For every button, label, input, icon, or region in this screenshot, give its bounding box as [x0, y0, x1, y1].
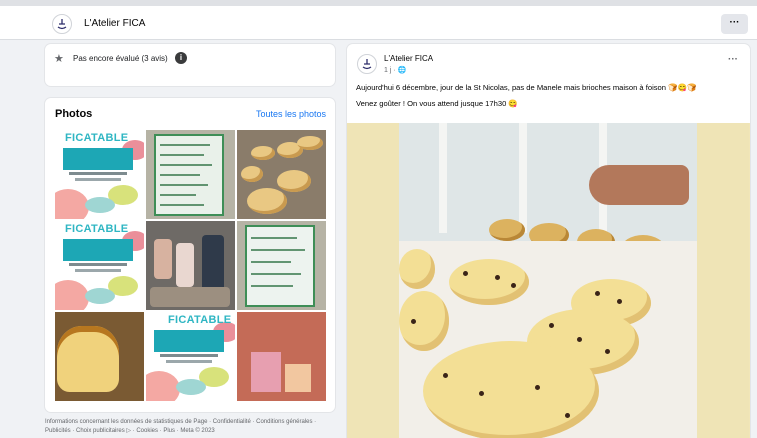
post-text: Aujourd'hui 6 décembre, jour de la St Ni… [356, 82, 746, 110]
page-logo[interactable] [52, 14, 72, 34]
post-author-name[interactable]: L'Atelier FICA [384, 54, 433, 63]
post-more-button[interactable]: ··· [728, 54, 738, 65]
logo-icon [57, 19, 67, 30]
rating-text: Pas encore évalué (3 avis) [73, 54, 168, 63]
photo-thumbnail[interactable]: FICATABLE [55, 130, 144, 219]
poster-title: FICATABLE [65, 223, 129, 235]
photo-thumbnail[interactable] [55, 312, 144, 401]
post-photo-brioches [399, 123, 697, 438]
post-image[interactable] [347, 123, 750, 438]
photo-thumbnail[interactable] [146, 130, 235, 219]
poster-title: FICATABLE [168, 314, 232, 326]
photo-thumbnail[interactable] [146, 221, 235, 310]
photos-card: Photos Toutes les photos FICATABLE FICAT… [45, 98, 335, 412]
photo-thumbnail[interactable] [237, 312, 326, 401]
logo-icon [362, 59, 372, 70]
photo-thumbnail[interactable]: FICATABLE [146, 312, 235, 401]
photo-thumbnail[interactable] [237, 130, 326, 219]
header-page-name[interactable]: L'Atelier FICA [84, 18, 145, 29]
see-all-photos-link[interactable]: Toutes les photos [256, 109, 326, 119]
post-author-avatar[interactable] [357, 54, 377, 74]
post-card: L'Atelier FICA 1 j · 🌐 ··· Aujourd'hui 6… [347, 44, 750, 438]
footer-links[interactable]: Informations concernant les données de s… [45, 418, 335, 436]
page-header: L'Atelier FICA ··· [0, 6, 757, 40]
poster-title: FICATABLE [65, 132, 129, 144]
photo-thumbnail[interactable] [237, 221, 326, 310]
header-more-button[interactable]: ··· [721, 14, 748, 34]
rating-card: ★ Pas encore évalué (3 avis) i [45, 44, 335, 86]
photo-grid: FICATABLE FICATABLE FICATABLE [55, 130, 327, 402]
post-text-line: Venez goûter ! On vous attend jusque 17h… [356, 99, 518, 108]
info-icon[interactable]: i [175, 52, 187, 64]
photo-thumbnail[interactable]: FICATABLE [55, 221, 144, 310]
post-text-line: Aujourd'hui 6 décembre, jour de la St Ni… [356, 83, 697, 92]
star-icon: ★ [54, 53, 64, 65]
post-date[interactable]: 1 j · 🌐 [384, 66, 406, 74]
photos-title: Photos [55, 108, 93, 120]
